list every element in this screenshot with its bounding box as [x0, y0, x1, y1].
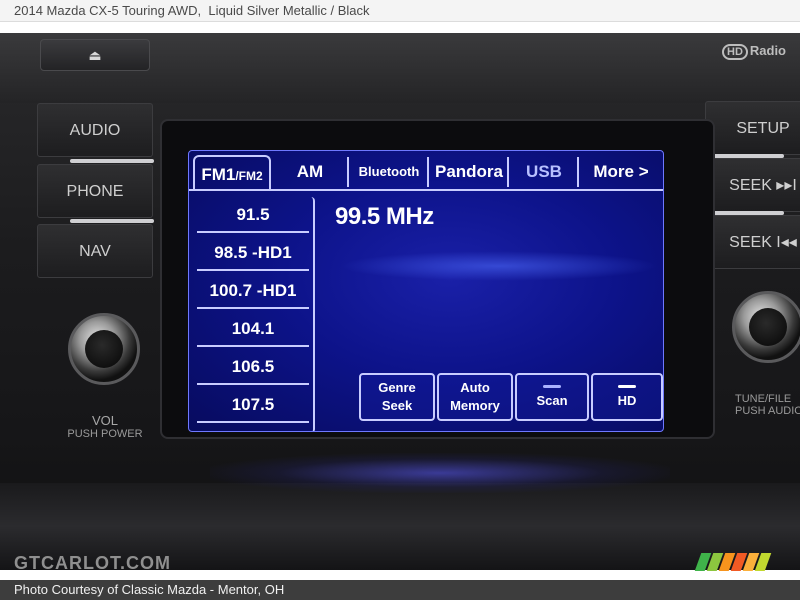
volume-knob[interactable]: [68, 313, 140, 385]
radio-touchscreen: FM1/FM2 AM Bluetooth Pandora USB More > …: [188, 150, 664, 432]
preset-divider: [311, 197, 315, 431]
preset-2[interactable]: 98.5 -HD1: [197, 235, 309, 271]
tab-more[interactable]: More >: [581, 157, 661, 187]
hd-radio-logo: HD Radio: [722, 43, 786, 60]
caption-vehicle: 2014 Mazda CX-5 Touring AWD,: [14, 3, 202, 18]
setup-button[interactable]: SETUP: [705, 101, 800, 155]
tab-am[interactable]: AM: [273, 157, 349, 187]
source-tabs: FM1/FM2 AM Bluetooth Pandora USB More >: [189, 151, 663, 191]
current-frequency: 99.5 MHz: [335, 203, 434, 230]
ambient-glow: [210, 453, 670, 493]
logo-stripes: [694, 553, 778, 571]
tune-label: TUNE/FILE PUSH AUDIO CTRL: [735, 393, 800, 417]
preset-5[interactable]: 106.5: [197, 349, 309, 385]
tab-fm[interactable]: FM1/FM2: [193, 155, 271, 191]
tab-pandora[interactable]: Pandora: [431, 157, 509, 187]
tune-knob-center: [749, 308, 787, 346]
scan-indicator: [543, 384, 561, 388]
preset-1[interactable]: 91.5: [197, 197, 309, 233]
phone-button[interactable]: PHONE: [37, 164, 153, 218]
seek-forward-button[interactable]: SEEK ▸▸I: [705, 158, 800, 212]
phone-indicator: [70, 219, 154, 223]
volume-knob-center: [85, 330, 123, 368]
genre-seek-button[interactable]: Genre Seek: [359, 373, 435, 421]
watermark-logo: GTCARLOT.COM: [14, 553, 171, 573]
tab-bluetooth[interactable]: Bluetooth: [351, 157, 429, 187]
preset-3[interactable]: 100.7 -HD1: [197, 273, 309, 309]
scan-button[interactable]: Scan: [515, 373, 589, 421]
preset-6[interactable]: 107.5: [197, 387, 309, 423]
caption-color: Liquid Silver Metallic / Black: [208, 3, 370, 18]
eject-button[interactable]: ⏏: [40, 39, 150, 71]
hd-button[interactable]: HD: [591, 373, 663, 421]
eject-icon: ⏏: [88, 47, 102, 63]
nav-button[interactable]: NAV: [37, 224, 153, 278]
volume-label: VOL PUSH POWER: [67, 413, 143, 440]
preset-4[interactable]: 104.1: [197, 311, 309, 347]
caption-bar: 2014 Mazda CX-5 Touring AWD, Liquid Silv…: [0, 0, 800, 22]
tune-knob[interactable]: [732, 291, 800, 363]
preset-list: 91.5 98.5 -HD1 100.7 -HD1 104.1 106.5 10…: [197, 197, 309, 431]
signal-visual: [339, 251, 659, 281]
audio-button[interactable]: AUDIO: [37, 103, 153, 157]
audio-indicator: [70, 159, 154, 163]
auto-memory-button[interactable]: Auto Memory: [437, 373, 513, 421]
photo-credit: Photo Courtesy of Classic Mazda - Mentor…: [0, 580, 800, 600]
hd-indicator: [618, 384, 636, 388]
tab-usb[interactable]: USB: [511, 157, 579, 187]
seek-back-button[interactable]: SEEK I◂◂: [705, 215, 800, 269]
